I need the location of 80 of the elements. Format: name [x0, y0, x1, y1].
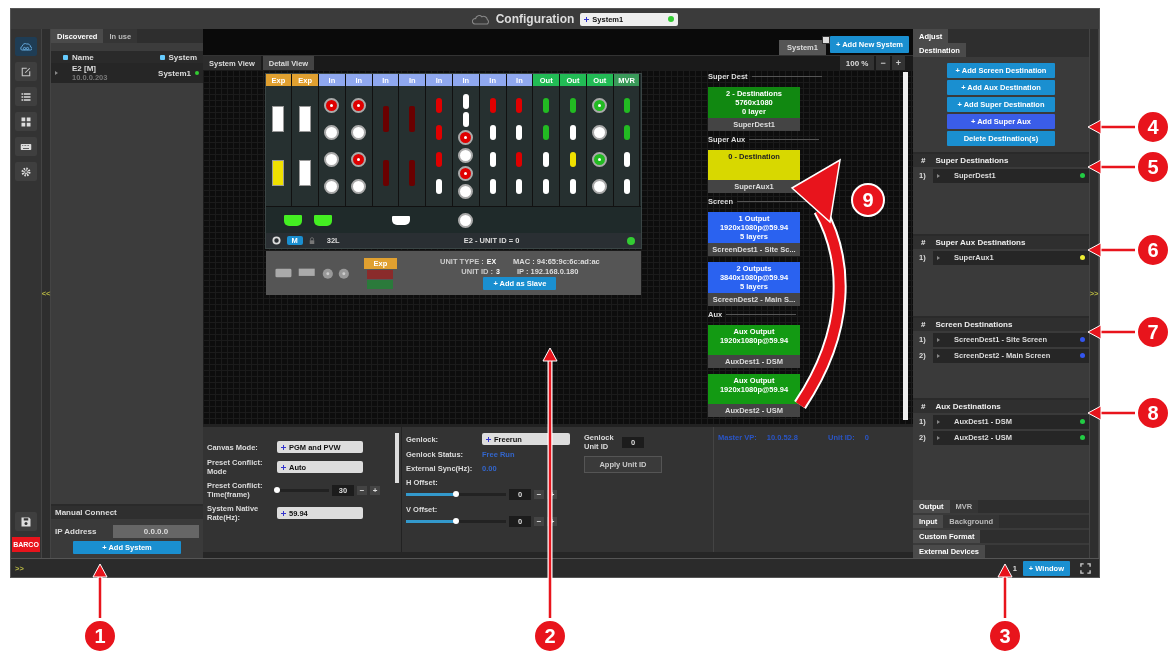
decrement-button[interactable]: − [534, 517, 544, 526]
system-name: System1 [158, 68, 191, 78]
list-title: Aux Destinations [935, 402, 1001, 411]
callout-arrow [997, 563, 1013, 618]
decrement-button[interactable]: − [357, 485, 367, 495]
expand-icon [937, 255, 940, 260]
cloud-button[interactable] [15, 37, 37, 56]
expand-icon [937, 435, 940, 440]
grid-button[interactable] [15, 112, 37, 131]
list-icon [20, 90, 32, 103]
callout-marker: 1 [83, 619, 117, 653]
expand-icon [937, 173, 940, 178]
cloud-icon [20, 40, 32, 53]
sort-icon [159, 54, 165, 60]
edit-icon [20, 65, 32, 78]
edit-button[interactable] [15, 62, 37, 81]
column-header: # [921, 156, 926, 165]
cloud-icon [471, 13, 490, 25]
callout-arrow [1087, 159, 1135, 175]
list-button[interactable] [15, 87, 37, 106]
close-icon[interactable] [821, 36, 830, 44]
fullscreen-icon[interactable] [1080, 562, 1091, 574]
dropdown-icon [281, 464, 286, 470]
save-icon [20, 515, 32, 528]
slider-thumb[interactable] [274, 486, 280, 493]
zoom-out-button[interactable]: − [876, 56, 890, 70]
section-header: Manual Connect [51, 506, 203, 519]
column-header[interactable]: Name [63, 52, 94, 62]
field-label: IP Address [55, 527, 97, 536]
list-title: Super Aux Destinations [935, 238, 1026, 247]
column-header: # [921, 402, 926, 411]
module-block [367, 269, 394, 279]
save-button[interactable] [15, 512, 37, 531]
callout-arrow [1087, 405, 1135, 421]
slider-thumb[interactable] [453, 518, 459, 524]
settings-button[interactable] [15, 162, 37, 181]
settings-icon [20, 165, 32, 178]
expand-icon [937, 353, 940, 358]
ip-address-field[interactable]: 0.0.0.0 [113, 525, 199, 538]
column-header: # [921, 238, 926, 247]
scrollbar[interactable] [395, 433, 399, 483]
slider[interactable] [406, 493, 506, 496]
list-title: Screen Destinations [935, 320, 1013, 329]
slider-thumb[interactable] [453, 491, 459, 497]
slider[interactable] [406, 520, 506, 523]
expand-icon [937, 419, 940, 424]
sort-icon [63, 54, 68, 60]
callout-marker: 5 [1136, 150, 1170, 184]
lock-icon [308, 236, 315, 245]
callout-marker: 8 [1136, 396, 1170, 430]
callout-arrow [1087, 242, 1135, 258]
dropdown-icon [281, 444, 286, 450]
refresh-icon[interactable] [271, 236, 281, 245]
callout-marker: 7 [1136, 315, 1170, 349]
decrement-button[interactable]: − [534, 490, 544, 499]
window-title: Configuration [495, 12, 575, 26]
column-header: # [921, 320, 926, 329]
callout-marker: 3 [988, 619, 1022, 653]
list-title: Super Destinations [935, 156, 1009, 165]
zoom-level: 100 % [839, 56, 875, 70]
grid-icon [20, 115, 32, 128]
callout-marker: 9 [851, 183, 885, 217]
callout-arrow [1087, 324, 1135, 340]
callout-marker: 6 [1136, 233, 1170, 267]
module-block [367, 279, 394, 289]
expand-icon [55, 71, 58, 75]
dropdown-icon [486, 436, 491, 442]
expand-icon [937, 337, 940, 342]
column-header[interactable]: System [159, 52, 197, 62]
callout-marker: 2 [533, 619, 567, 653]
callout-marker: 4 [1136, 110, 1170, 144]
zoom-in-button[interactable]: + [891, 56, 905, 70]
dropdown-icon [281, 510, 286, 516]
callout-arrow [92, 563, 108, 618]
keyboard-button[interactable] [15, 137, 37, 156]
scrollbar[interactable] [903, 72, 908, 420]
dropdown-icon [584, 16, 590, 22]
increment-button[interactable]: + [370, 485, 380, 495]
callout-arrow [1087, 119, 1135, 135]
device-name: E2 [M] [72, 64, 97, 73]
